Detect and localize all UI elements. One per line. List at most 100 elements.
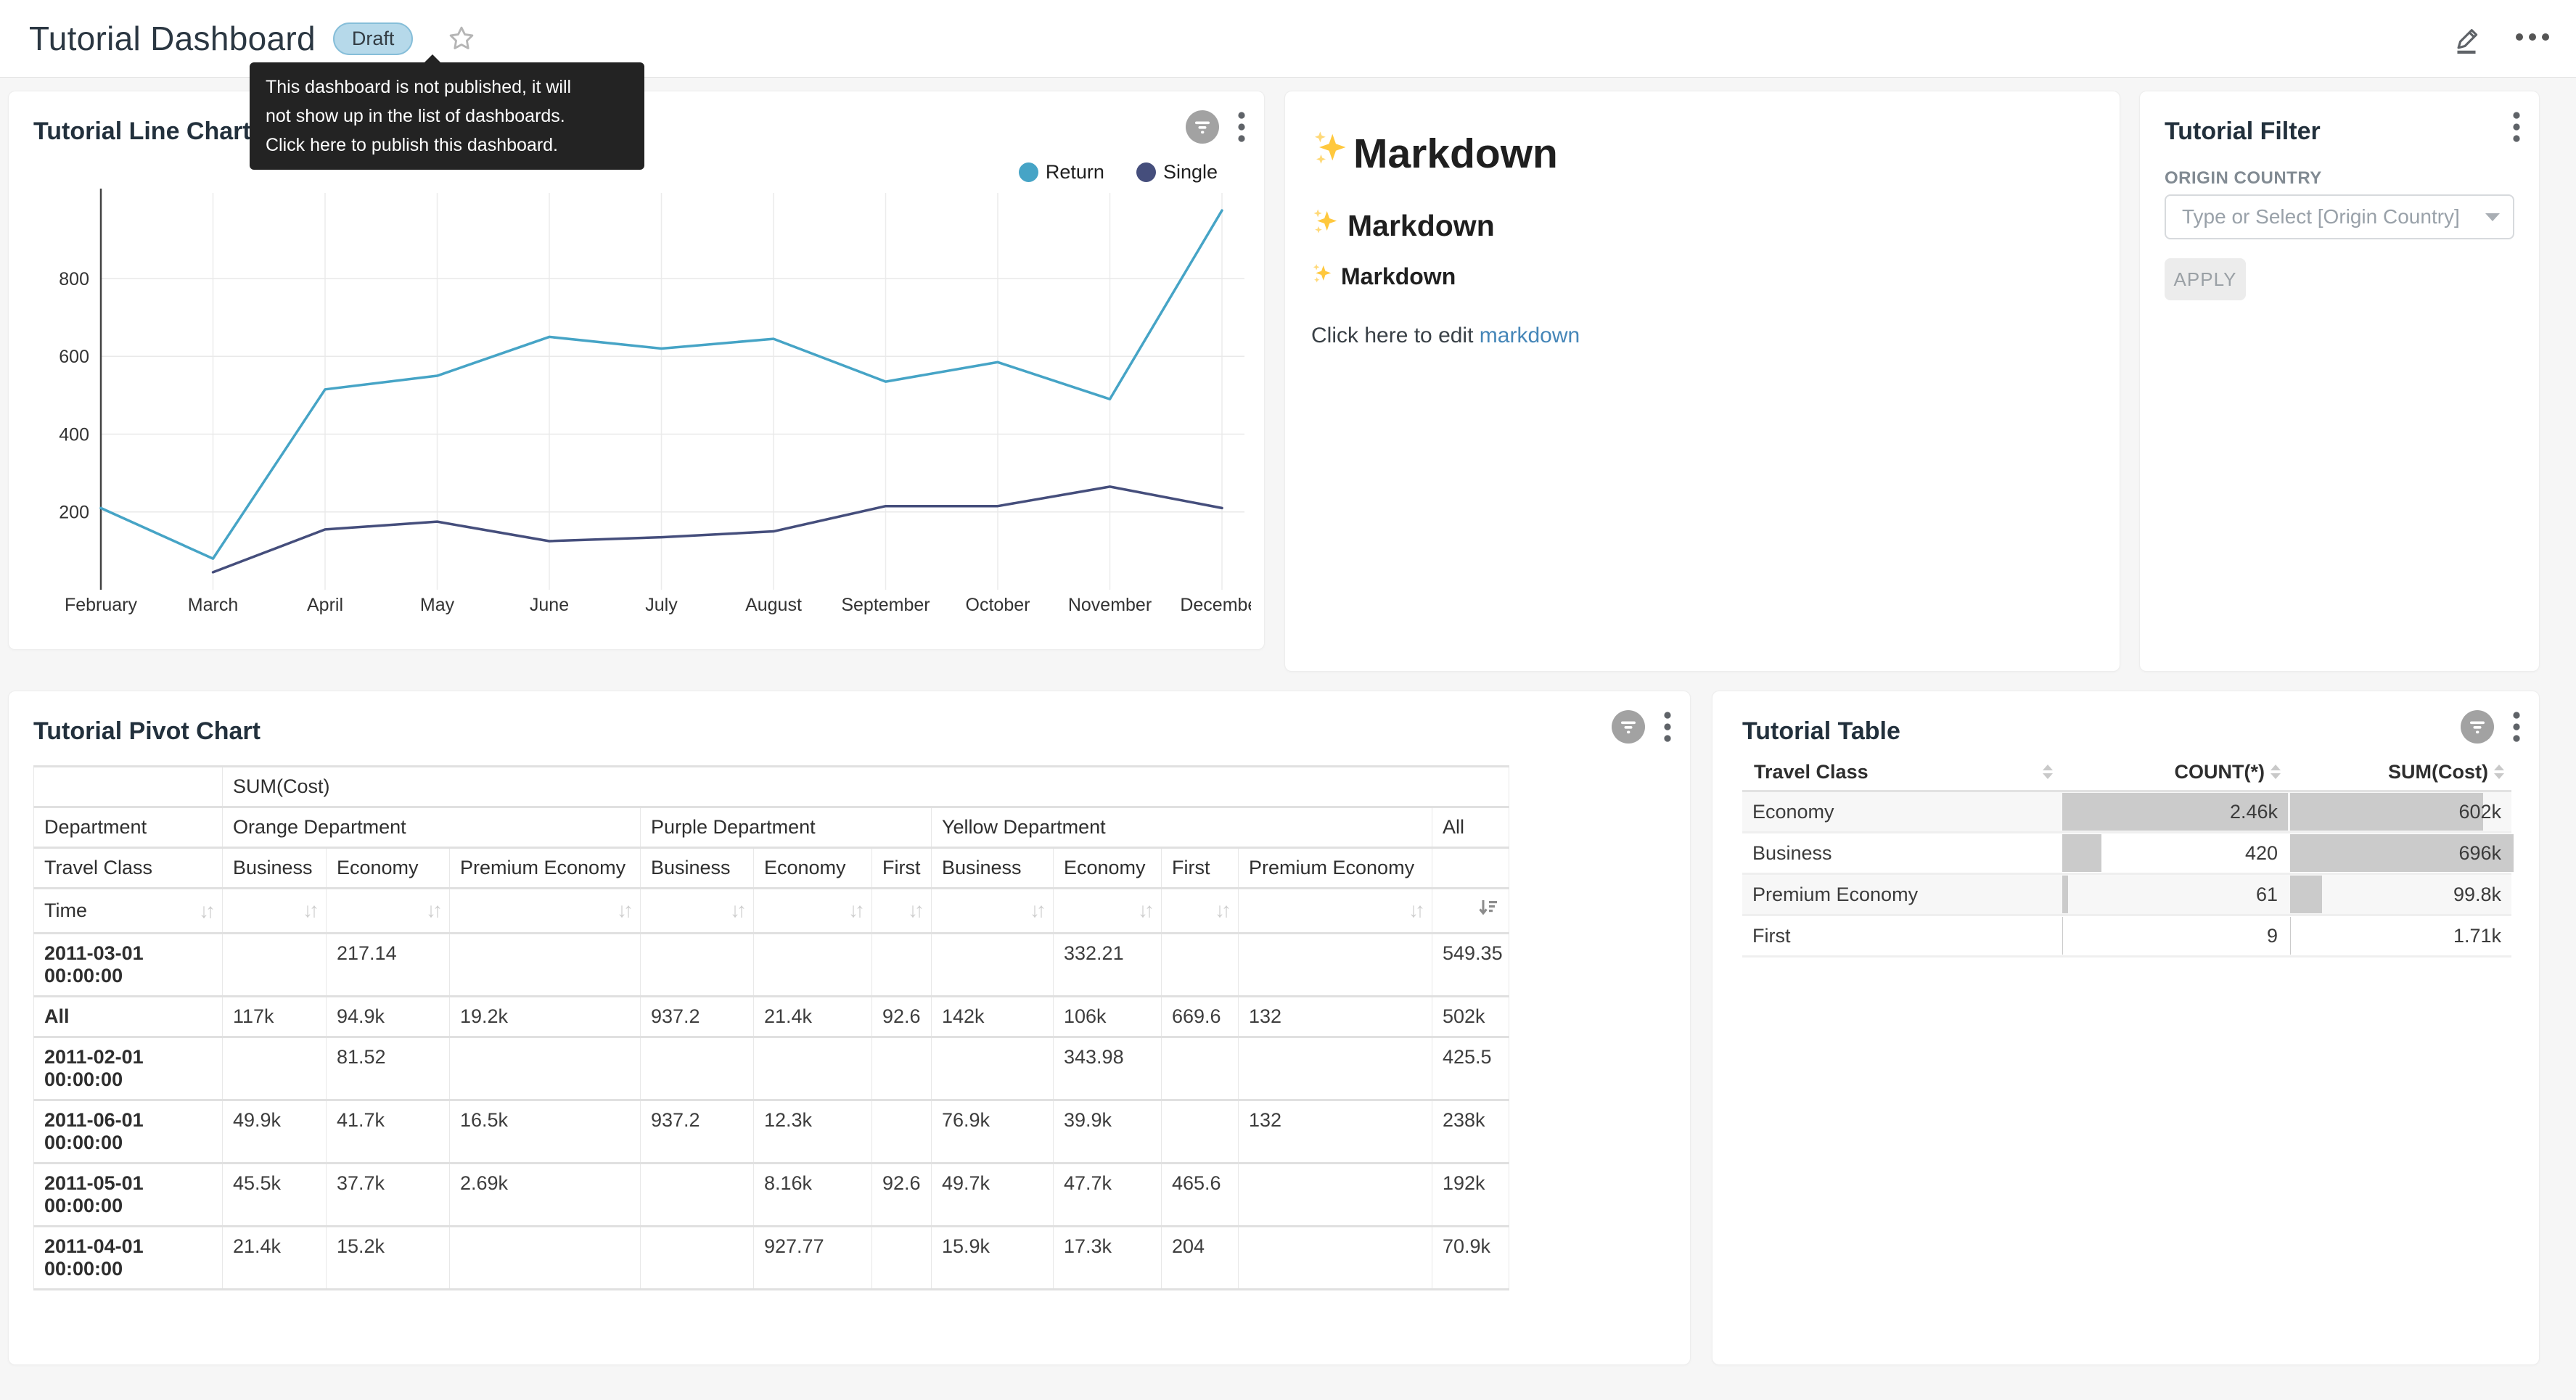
pivot-row-label: 2011-02-01 00:00:00: [34, 1037, 223, 1100]
chart-kebab-menu-icon[interactable]: [2513, 710, 2520, 747]
favorite-star-icon[interactable]: [448, 25, 475, 52]
filter-indicator-icon[interactable]: [1612, 710, 1645, 747]
x-axis-label: November: [1068, 595, 1152, 615]
pivot-cell: 49.9k: [223, 1100, 327, 1164]
sort-icon[interactable]: ↓↑: [908, 899, 921, 921]
sort-icon[interactable]: ↓↑: [1138, 899, 1151, 921]
edit-dashboard-icon[interactable]: [2450, 20, 2483, 58]
pivot-dept-group: Orange Department: [223, 807, 641, 848]
chart-kebab-menu-icon[interactable]: [1238, 110, 1245, 147]
column-header-count-[interactable]: COUNT(*): [2060, 754, 2288, 791]
time-label: Time: [44, 899, 87, 922]
pivot-cell: 76.9k: [932, 1100, 1054, 1164]
chevron-down-icon: [2485, 213, 2500, 221]
pivot-row: 2011-03-01 00:00:00217.14332.21549.35: [34, 934, 1509, 997]
pivot-class-col: [1432, 848, 1509, 889]
pivot-cell: [1162, 1100, 1239, 1164]
pivot-cell: [1162, 1037, 1239, 1100]
pivot-sort-cell: ↓↑: [327, 889, 450, 934]
pivot-sort-cell: ↓↑: [1054, 889, 1162, 934]
pivot-cell: 343.98: [1054, 1037, 1162, 1100]
pivot-cell: [1239, 1164, 1432, 1227]
pivot-cell: [1239, 1227, 1432, 1290]
series-line-single: [213, 487, 1223, 572]
pivot-cell: 132: [1239, 1100, 1432, 1164]
chart-kebab-menu-icon[interactable]: [1664, 710, 1671, 747]
sort-icon[interactable]: ↓↑: [303, 899, 316, 921]
edit-markdown-link[interactable]: markdown: [1480, 324, 1580, 347]
pivot-cell: [450, 934, 641, 997]
column-header-sum-cost-[interactable]: SUM(Cost): [2288, 754, 2511, 791]
pivot-cell: 81.52: [327, 1037, 450, 1100]
value-text: 696k: [2458, 842, 2511, 864]
pivot-sort-cell: ↓↑: [223, 889, 327, 934]
sort-icon[interactable]: ↓↑: [730, 899, 743, 921]
value-text: 420: [2245, 842, 2288, 864]
count-cell: 2.46k: [2060, 791, 2288, 833]
table-row: Business 420 696k: [1742, 833, 2511, 874]
sort-icon[interactable]: ↓↑: [617, 899, 630, 921]
y-axis-label: 400: [59, 424, 89, 445]
sort-icon[interactable]: ↓↑: [1215, 899, 1228, 921]
filter-kebab-menu-icon[interactable]: [2513, 110, 2520, 147]
pivot-row-label: 2011-05-01 00:00:00: [34, 1164, 223, 1227]
pivot-cell: [641, 1164, 754, 1227]
pivot-row: 2011-06-01 00:00:0049.9k41.7k16.5k937.21…: [34, 1100, 1509, 1164]
pivot-sort-cell: ↓↑: [872, 889, 932, 934]
sort-caret-icon[interactable]: [2043, 765, 2053, 779]
count-cell: 9: [2060, 915, 2288, 957]
apply-button[interactable]: APPLY: [2165, 258, 2246, 300]
pivot-cell: 502k: [1432, 997, 1509, 1037]
more-actions-icon[interactable]: [2515, 32, 2550, 45]
column-header-travel-class[interactable]: Travel Class: [1742, 754, 2060, 791]
pivot-class-col: Business: [932, 848, 1054, 889]
sort-caret-icon[interactable]: [2494, 765, 2504, 779]
table-row: Economy2.46k602k: [1742, 791, 2511, 833]
pivot-cell: 70.9k: [1432, 1227, 1509, 1290]
publish-tooltip[interactable]: This dashboard is not published, it will…: [250, 62, 644, 170]
table-card: Tutorial Table Travel ClassCOUNT(*)SUM(C…: [1712, 691, 2540, 1365]
sort-icon[interactable]: ↓↑: [1408, 899, 1422, 921]
pivot-cell: 192k: [1432, 1164, 1509, 1227]
pivot-cell: [932, 934, 1054, 997]
filter-indicator-icon[interactable]: [2461, 710, 2494, 747]
value-bar: [2062, 917, 2063, 955]
pivot-sort-cell: ↓↑: [754, 889, 872, 934]
sort-icon[interactable]: ↓↑: [199, 901, 212, 921]
y-axis-label: 600: [59, 347, 89, 367]
draft-status-badge[interactable]: Draft: [333, 22, 414, 55]
travel-class-cell: Business: [1742, 833, 2060, 874]
pivot-cell: [872, 1100, 932, 1164]
pivot-cell: [450, 1227, 641, 1290]
y-axis-label: 200: [59, 503, 89, 523]
filter-indicator-icon[interactable]: [1186, 110, 1219, 147]
pivot-cell: [641, 1227, 754, 1290]
sort-descending-active-icon[interactable]: [1477, 897, 1498, 919]
pivot-dept-group: Yellow Department: [932, 807, 1432, 848]
pivot-cell: 94.9k: [327, 997, 450, 1037]
pivot-dept-group: Purple Department: [641, 807, 932, 848]
pivot-cell: 217.14: [327, 934, 450, 997]
value-text: 602k: [2458, 801, 2511, 823]
pivot-measure-header: SUM(Cost): [223, 767, 1509, 807]
sort-caret-icon[interactable]: [2271, 765, 2281, 779]
tooltip-line: not show up in the list of dashboards.: [266, 102, 628, 131]
sort-icon[interactable]: ↓↑: [426, 899, 439, 921]
sort-icon[interactable]: ↓↑: [1030, 899, 1043, 921]
pivot-chart-card: Tutorial Pivot Chart SUM(Cost)Department…: [8, 691, 1691, 1365]
origin-country-select[interactable]: Type or Select [Origin Country]: [2165, 194, 2514, 239]
origin-country-label: ORIGIN COUNTRY: [2165, 168, 2322, 189]
x-axis-label: March: [188, 595, 238, 615]
x-axis-label: October: [966, 595, 1030, 615]
pivot-cell: 142k: [932, 997, 1054, 1037]
select-placeholder: Type or Select [Origin Country]: [2182, 205, 2460, 228]
sum-cell: 602k: [2288, 791, 2511, 833]
pivot-class-col: First: [872, 848, 932, 889]
pivot-cell: 117k: [223, 997, 327, 1037]
pivot-cell: 204: [1162, 1227, 1239, 1290]
pivot-cell: 669.6: [1162, 997, 1239, 1037]
pivot-cell: 332.21: [1054, 934, 1162, 997]
pivot-cell: 21.4k: [223, 1227, 327, 1290]
x-axis-label: August: [745, 595, 802, 615]
sort-icon[interactable]: ↓↑: [848, 899, 861, 921]
